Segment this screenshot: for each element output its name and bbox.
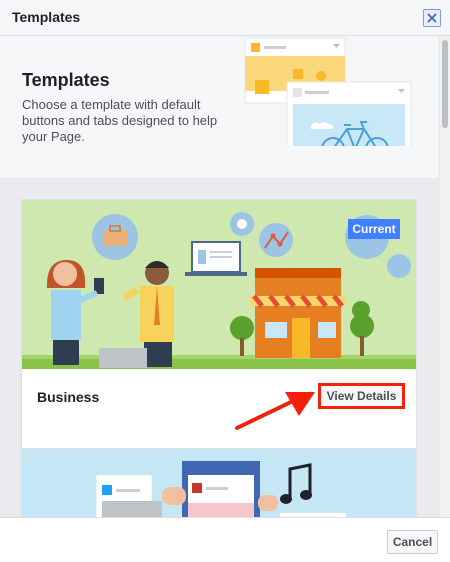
dialog-body[interactable]: Templates Choose a template with default… [0,36,450,517]
template-name: Business [37,389,100,405]
dialog-title: Templates [12,9,81,25]
scrollbar[interactable] [440,36,450,517]
intro-section: Templates Choose a template with default… [0,36,438,178]
close-icon [427,13,437,23]
dialog-footer: Cancel [0,517,450,562]
scrollbar-thumb[interactable] [442,40,448,128]
intro-description: Choose a template with default buttons a… [22,97,218,144]
templates-illustration [244,37,412,146]
dialog-header: Templates [0,0,450,36]
cancel-button[interactable]: Cancel [387,530,438,554]
template-card-second[interactable] [21,448,417,517]
second-template-illustration [22,449,416,517]
annotation-arrow [235,392,315,430]
close-button[interactable] [423,9,441,27]
intro-title: Templates [22,70,110,90]
template-card-business[interactable]: Current Business View Details [21,199,417,461]
view-details-button[interactable]: View Details [318,383,405,409]
current-badge: Current [348,219,400,239]
